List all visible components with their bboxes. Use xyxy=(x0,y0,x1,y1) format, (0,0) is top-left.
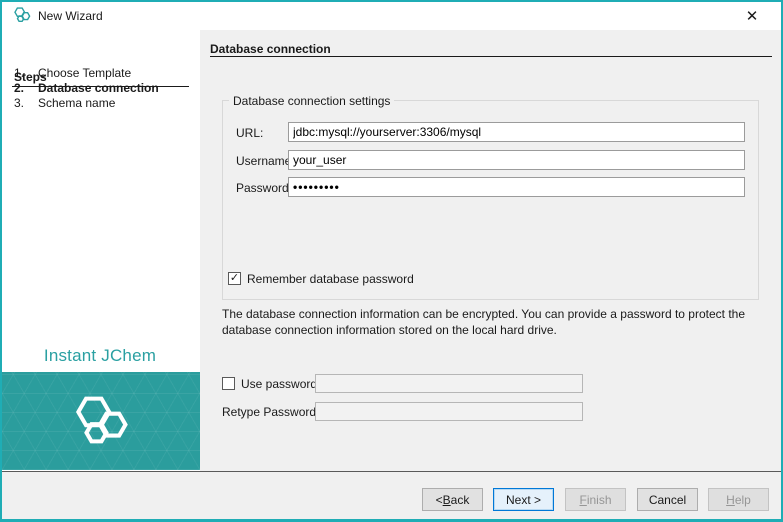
password-label: Password: xyxy=(236,181,293,195)
window-title: New Wizard xyxy=(38,9,103,23)
sidebar-step-choose-template: 1. Choose Template xyxy=(0,66,200,82)
back-button[interactable]: < Back xyxy=(422,488,483,511)
hexagon-logo-icon xyxy=(72,392,130,450)
use-password-label: Use password: xyxy=(241,377,321,391)
button-mnemonic: H xyxy=(726,492,735,507)
help-button: Help xyxy=(708,488,769,511)
title-bar[interactable]: New Wizard ✕ xyxy=(0,0,783,30)
url-input[interactable] xyxy=(288,122,745,142)
step-number: 2. xyxy=(14,81,25,95)
sidebar-step-schema-name: 3. Schema name xyxy=(0,96,200,112)
username-label: Username: xyxy=(236,154,295,168)
finish-button: Finish xyxy=(565,488,626,511)
button-text: inish xyxy=(586,492,612,507)
url-label: URL: xyxy=(236,126,264,140)
remember-password-label: Remember database password xyxy=(247,272,414,286)
use-password-checkbox[interactable] xyxy=(222,377,235,390)
encryption-info-text: The database connection information can … xyxy=(222,307,746,337)
brand-wordmark: Instant JChem xyxy=(43,346,157,365)
remember-password-checkbox[interactable]: ✓ xyxy=(228,272,241,285)
new-wizard-dialog: New Wizard ✕ Steps 1. Choose Template 2.… xyxy=(0,0,783,522)
page-title-rule xyxy=(210,56,772,57)
button-text: < xyxy=(435,492,443,507)
step-number: 1. xyxy=(14,66,25,80)
sidebar-step-database-connection: 2. Database connection xyxy=(0,81,200,97)
step-label: Schema name xyxy=(38,96,116,110)
button-text: Next > xyxy=(505,492,541,507)
next-button[interactable]: Next > xyxy=(493,488,554,511)
button-text: ack xyxy=(450,492,470,507)
username-input[interactable] xyxy=(288,150,745,170)
retype-password-label: Retype Password: xyxy=(222,405,320,419)
brand-logo-panel xyxy=(2,372,200,470)
password-input[interactable] xyxy=(288,177,745,197)
checkmark-icon: ✓ xyxy=(229,272,240,284)
page-title: Database connection xyxy=(210,42,331,56)
step-number: 3. xyxy=(14,96,25,110)
use-password-input xyxy=(315,374,583,393)
step-label: Choose Template xyxy=(38,66,132,80)
button-mnemonic: F xyxy=(579,492,587,507)
button-text: Cancel xyxy=(648,492,687,507)
close-icon[interactable]: ✕ xyxy=(735,4,769,28)
retype-password-input xyxy=(315,402,583,421)
cancel-button[interactable]: Cancel xyxy=(637,488,698,511)
button-mnemonic: B xyxy=(442,492,451,507)
app-logo-icon xyxy=(13,6,31,24)
step-label: Database connection xyxy=(38,81,159,95)
button-text: elp xyxy=(734,492,751,507)
groupbox-title: Database connection settings xyxy=(229,94,395,108)
